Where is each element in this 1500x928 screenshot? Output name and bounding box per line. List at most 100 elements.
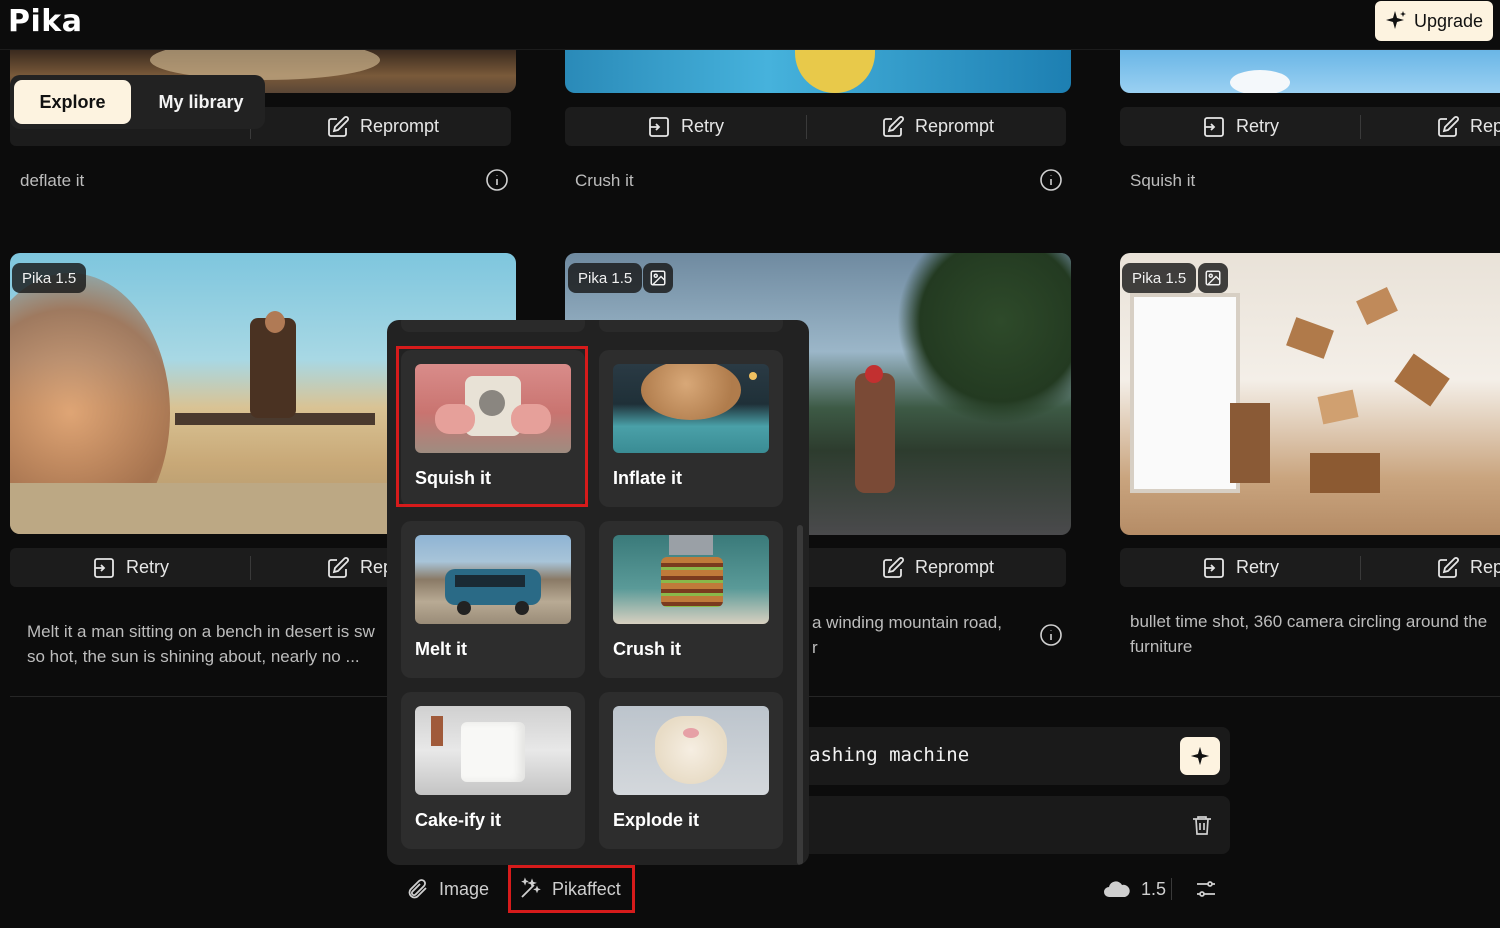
cloud-icon — [1104, 881, 1130, 897]
image-badge-icon — [643, 263, 673, 293]
sparkle-icon — [1386, 11, 1406, 29]
prompt-text[interactable]: ashing machine — [809, 744, 969, 766]
reprompt-button[interactable]: Rep — [1436, 548, 1500, 587]
edit-icon — [1438, 115, 1459, 137]
model-badge: Pika 1.5 — [12, 263, 87, 293]
card-caption: a winding mountain road, r — [812, 610, 1032, 660]
card-caption: Melt it a man sitting on a bench in dese… — [27, 619, 407, 669]
reprompt-label: Reprompt — [915, 116, 995, 136]
effect-preview — [415, 706, 571, 795]
image-upload-button[interactable]: Image — [405, 870, 489, 908]
pikaffect-option-squish[interactable]: Squish it — [401, 350, 585, 507]
paperclip-icon — [408, 879, 427, 899]
divider — [1171, 878, 1172, 900]
divider — [1360, 115, 1361, 139]
effect-preview — [613, 364, 769, 453]
pika-logo[interactable]: Pika — [8, 4, 82, 39]
pikaffect-option-crush[interactable]: Crush it — [599, 521, 783, 678]
card-caption: bullet time shot, 360 camera circling ar… — [1130, 609, 1500, 659]
effect-preview — [415, 535, 571, 624]
retry-label: Retry — [681, 116, 725, 136]
retry-icon — [1204, 557, 1224, 578]
retry-icon — [94, 557, 114, 578]
effect-label: Cake-ify it — [415, 810, 502, 830]
reprompt-label: Reprompt — [360, 116, 440, 136]
card-caption: Crush it — [575, 171, 634, 190]
divider — [250, 556, 251, 580]
effect-preview — [415, 364, 571, 453]
retry-button[interactable]: Retry — [1202, 548, 1279, 587]
retry-icon — [1204, 116, 1224, 137]
edit-icon — [328, 115, 349, 137]
prompt-input[interactable]: ashing machine — [790, 727, 1230, 785]
caption-line: bullet time shot, 360 camera circling ar… — [1130, 612, 1488, 631]
caption-line: so hot, the sun is shining about, nearly… — [27, 647, 360, 666]
caption-line: Melt it a man sitting on a bench in dese… — [27, 622, 375, 641]
reprompt-button[interactable]: Reprompt — [881, 548, 994, 587]
pikaffect-highlight — [508, 865, 635, 913]
model-badge: Pika 1.5 — [1122, 263, 1197, 293]
card-stub — [401, 320, 585, 332]
caption-line: furniture — [1130, 637, 1193, 656]
effect-label: Melt it — [415, 639, 467, 659]
tab-my-library[interactable]: My library — [145, 80, 257, 124]
reprompt-label-truncated: Rep — [1470, 116, 1500, 136]
retry-icon — [649, 116, 669, 137]
info-icon[interactable] — [1039, 168, 1063, 192]
version-label: 1.5 — [1141, 878, 1167, 899]
edit-icon — [883, 556, 904, 578]
edit-icon — [328, 556, 349, 578]
retry-button[interactable]: Retry — [1202, 107, 1279, 146]
popover-scrollbar[interactable] — [797, 525, 803, 865]
image-badge-icon — [1198, 263, 1228, 293]
tab-explore[interactable]: Explore — [14, 80, 131, 124]
info-icon[interactable] — [485, 168, 509, 192]
upgrade-label: Upgrade — [1414, 10, 1484, 31]
edit-icon — [1438, 556, 1459, 578]
card-caption: deflate it — [20, 171, 85, 190]
retry-label: Retry — [1236, 116, 1280, 136]
edit-icon — [883, 115, 904, 137]
pikaffect-popover: Squish it Inflate it Melt it Crush it Ca… — [387, 320, 809, 865]
retry-button[interactable]: Retry — [92, 548, 169, 587]
view-tabs: Explore My library — [10, 75, 265, 129]
effect-preview — [613, 535, 769, 624]
card-action-bar: Retry Reprompt — [565, 107, 1066, 146]
divider — [1360, 556, 1361, 580]
card-caption: Squish it — [1130, 171, 1196, 190]
card-action-bar: Retry Rep — [1120, 107, 1500, 146]
effect-label: Explode it — [613, 810, 700, 830]
reprompt-label: Reprompt — [915, 557, 995, 577]
effect-label: Squish it — [415, 468, 491, 488]
pikaffect-option-melt[interactable]: Melt it — [401, 521, 585, 678]
negative-prompt-input[interactable] — [790, 796, 1230, 854]
reprompt-button[interactable]: Rep — [326, 548, 393, 587]
effect-label: Crush it — [613, 639, 682, 659]
model-badge: Pika 1.5 — [568, 263, 643, 293]
pikaffect-option-explode[interactable]: Explode it — [599, 692, 783, 849]
reprompt-button[interactable]: Reprompt — [881, 107, 994, 146]
pikaffect-option-cakeify[interactable]: Cake-ify it — [401, 692, 585, 849]
info-icon[interactable] — [1039, 623, 1063, 647]
image-label: Image — [439, 878, 490, 899]
model-version-selector[interactable]: 1.5 — [1103, 870, 1166, 908]
upgrade-button[interactable]: Upgrade — [1375, 1, 1493, 41]
retry-label: Retry — [126, 557, 170, 577]
video-thumbnail[interactable]: Pika 1.5 — [1120, 253, 1500, 535]
reprompt-label: Rep — [1470, 557, 1500, 577]
video-thumbnail[interactable] — [565, 50, 1071, 93]
retry-button[interactable]: Retry — [647, 107, 724, 146]
card-stub — [599, 320, 783, 332]
effect-preview — [613, 706, 769, 795]
pikaffect-option-inflate[interactable]: Inflate it — [599, 350, 783, 507]
reprompt-button[interactable]: Reprompt — [326, 107, 439, 146]
sparkle-icon — [1190, 746, 1210, 766]
video-thumbnail[interactable] — [1120, 50, 1500, 93]
caption-line: a winding mountain road, — [812, 613, 1002, 632]
generate-button[interactable] — [1180, 737, 1220, 775]
caption-line: r — [812, 638, 818, 657]
settings-sliders-icon[interactable] — [1194, 877, 1218, 901]
divider — [806, 115, 807, 139]
trash-icon[interactable] — [1190, 813, 1214, 837]
reprompt-button[interactable]: Rep — [1436, 107, 1500, 146]
